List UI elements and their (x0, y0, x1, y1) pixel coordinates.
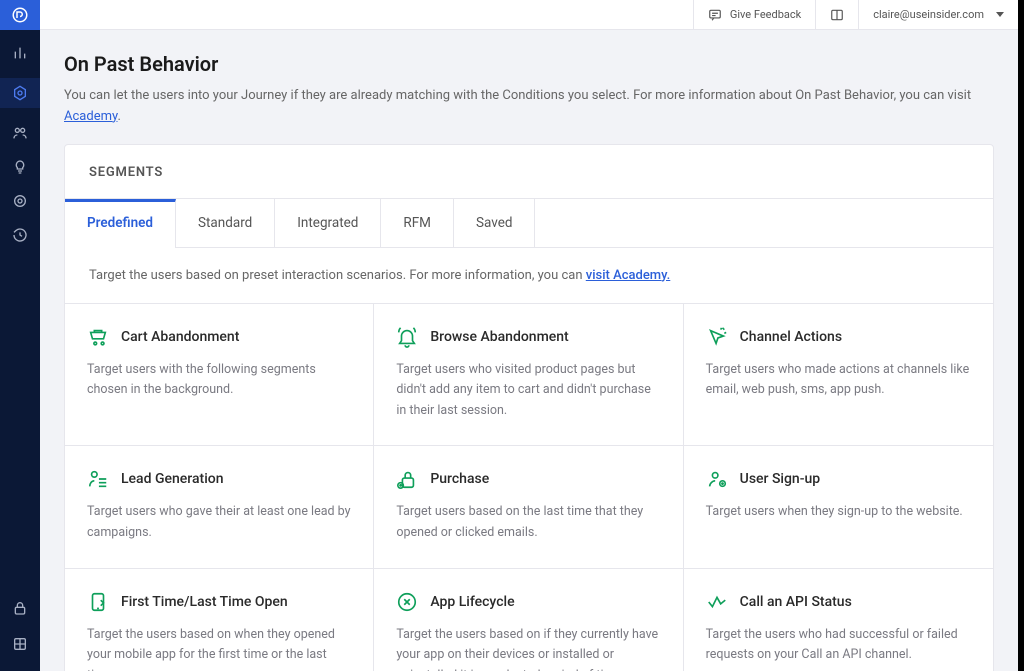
journey-icon[interactable] (0, 78, 40, 108)
api-status-icon (706, 591, 728, 613)
card-title: User Sign-up (740, 471, 820, 487)
card-first-last-open[interactable]: First Time/Last Time Open Target the use… (65, 569, 374, 671)
card-purchase[interactable]: Purchase Target users based on the last … (374, 446, 683, 568)
card-desc: Target users based on the last time that… (396, 502, 660, 543)
segments-card: SEGMENTS Predefined Standard Integrated … (64, 144, 994, 671)
card-desc: Target the users who had successful or f… (706, 625, 971, 666)
analytics-icon[interactable] (11, 44, 29, 62)
page-subtitle: You can let the users into your Journey … (64, 86, 994, 128)
lead-icon (87, 468, 109, 490)
tab-standard[interactable]: Standard (176, 199, 275, 248)
card-desc: Target users when they sign-up to the we… (706, 502, 971, 523)
tab-saved[interactable]: Saved (454, 199, 536, 248)
tab-hint: Target the users based on preset interac… (65, 248, 993, 304)
card-title: Call an API Status (740, 594, 852, 610)
history-icon[interactable] (11, 226, 29, 244)
top-bar: Give Feedback claire@useinsider.com (40, 0, 1018, 30)
tabs-filler (535, 199, 993, 248)
cart-icon (87, 326, 109, 348)
settings-icon[interactable] (11, 192, 29, 210)
tab-integrated[interactable]: Integrated (275, 199, 381, 248)
academy-link[interactable]: Academy (64, 109, 117, 124)
card-browse-abandonment[interactable]: Browse Abandonment Target users who visi… (374, 304, 683, 447)
account-menu[interactable]: claire@useinsider.com (858, 0, 1018, 29)
tab-rfm[interactable]: RFM (381, 199, 454, 248)
card-desc: Target users who visited product pages b… (396, 360, 660, 422)
purchase-icon (396, 468, 418, 490)
card-title: App Lifecycle (430, 594, 514, 610)
app-logo[interactable] (0, 0, 40, 30)
card-desc: Target users who gave their at least one… (87, 502, 351, 543)
card-lead-generation[interactable]: Lead Generation Target users who gave th… (65, 446, 374, 568)
card-title: Channel Actions (740, 329, 842, 345)
tab-predefined[interactable]: Predefined (65, 199, 176, 248)
card-title: Cart Abandonment (121, 329, 239, 345)
segments-grid: Cart Abandonment Target users with the f… (65, 304, 993, 671)
hint-academy-link[interactable]: visit Academy. (586, 268, 671, 283)
signup-icon (706, 468, 728, 490)
give-feedback-button[interactable]: Give Feedback (693, 0, 815, 29)
panel-toggle-button[interactable] (815, 0, 858, 29)
card-app-lifecycle[interactable]: App Lifecycle Target the users based on … (374, 569, 683, 671)
card-desc: Target users who made actions at channel… (706, 360, 971, 401)
bell-icon (396, 326, 418, 348)
panel-icon (830, 8, 844, 22)
card-desc: Target the users based on if they curren… (396, 625, 660, 671)
grid-icon[interactable] (11, 635, 29, 653)
card-desc: Target the users based on when they open… (87, 625, 351, 671)
card-user-signup[interactable]: User Sign-up Target users when they sign… (684, 446, 993, 568)
card-api-status[interactable]: Call an API Status Target the users who … (684, 569, 993, 671)
segments-header: SEGMENTS (65, 145, 993, 198)
card-cart-abandonment[interactable]: Cart Abandonment Target users with the f… (65, 304, 374, 447)
app-sidebar (0, 0, 40, 671)
lock-icon[interactable] (11, 599, 29, 617)
idea-icon[interactable] (11, 158, 29, 176)
right-black-strip (1018, 0, 1024, 671)
card-title: First Time/Last Time Open (121, 594, 288, 610)
feedback-label: Give Feedback (730, 8, 801, 21)
mobile-open-icon (87, 591, 109, 613)
card-title: Lead Generation (121, 471, 224, 487)
caret-down-icon (996, 12, 1004, 17)
account-email: claire@useinsider.com (873, 8, 984, 21)
page-title: On Past Behavior (64, 52, 994, 76)
lifecycle-icon (396, 591, 418, 613)
card-desc: Target users with the following segments… (87, 360, 351, 401)
cursor-icon (706, 326, 728, 348)
card-title: Purchase (430, 471, 489, 487)
card-title: Browse Abandonment (430, 329, 568, 345)
users-icon[interactable] (11, 124, 29, 142)
content-area: On Past Behavior You can let the users i… (40, 30, 1018, 671)
card-channel-actions[interactable]: Channel Actions Target users who made ac… (684, 304, 993, 447)
segments-tabs: Predefined Standard Integrated RFM Saved (65, 198, 993, 248)
feedback-icon (708, 8, 722, 22)
